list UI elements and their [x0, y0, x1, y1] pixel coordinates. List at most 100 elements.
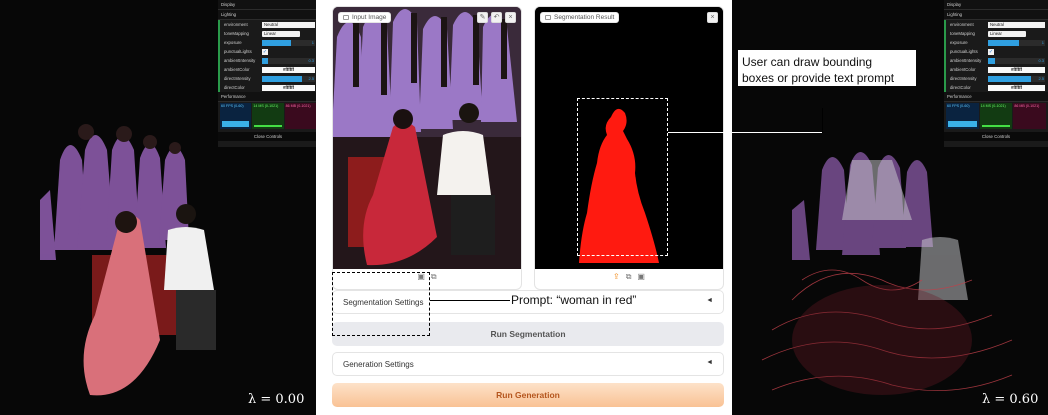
direct-color-picker[interactable]: #ffffff [262, 84, 315, 91]
bbox-annotation-line2: boxes or provide text prompt [742, 71, 895, 85]
mb-graph: 86 MB (0-1021) [284, 103, 316, 129]
folder-lighting[interactable]: Lighting [218, 10, 316, 20]
ambient-intensity-row: ambientIntensity 0.3 [944, 56, 1048, 65]
run-generation-button[interactable]: Run Generation [332, 383, 724, 407]
slider-value: 0.3 [1038, 57, 1044, 63]
folder-performance[interactable]: Performance [218, 92, 316, 102]
direct-intensity-row: directIntensity 2.5 [944, 74, 1048, 83]
seg-panel-buttons: × [707, 12, 718, 23]
environment-label: environment [950, 22, 974, 27]
direct-color-picker[interactable]: #ffffff [988, 84, 1045, 91]
exposure-slider[interactable]: 1 [262, 39, 315, 46]
environment-input[interactable]: Neutral [988, 21, 1045, 28]
folder-lighting[interactable]: Lighting [944, 10, 1048, 20]
clipboard-icon[interactable]: ⧉ [431, 272, 437, 282]
ambient-color-row: ambientColor #ffffff [944, 65, 1048, 74]
slider-value: 0.3 [308, 57, 314, 63]
close-icon[interactable]: × [707, 12, 718, 23]
close-controls-button[interactable]: Close Controls [944, 132, 1048, 141]
ms-graph: 14 MS (0-1021) [252, 103, 284, 129]
ambient-intensity-slider[interactable]: 0.3 [262, 57, 315, 64]
folder-performance[interactable]: Performance [944, 92, 1048, 102]
slider-fill [262, 39, 292, 46]
close-icon[interactable]: × [505, 12, 516, 23]
punctual-lights-label: punctualLights [950, 49, 978, 54]
slider-value: 2.5 [308, 75, 314, 81]
input-panel-buttons: ✎ ↶ × [477, 12, 516, 23]
ambient-intensity-label: ambientIntensity [224, 58, 256, 63]
direct-color-label: directColor [224, 85, 245, 90]
environment-label: environment [224, 22, 248, 27]
tonemapping-row: toneMapping Linear [944, 29, 1048, 38]
environment-input[interactable]: Neutral [262, 21, 315, 28]
segmentation-result-label: Segmentation Result [540, 12, 620, 23]
direct-intensity-label: directIntensity [950, 76, 977, 81]
direct-color-row: directColor #ffffff [944, 83, 1048, 92]
seg-toolbar: ⇪ ⧉ ▣ [535, 272, 723, 282]
punctual-lights-checkbox[interactable]: ✓ [988, 48, 994, 55]
direct-intensity-label: directIntensity [224, 76, 251, 81]
tonemapping-label: toneMapping [224, 31, 249, 36]
bbox-leader-line [668, 132, 822, 133]
exposure-row: exposure 1 [944, 38, 1048, 47]
performance-stats: 60 FPS (0-60) 14 MS (0-1021) 86 MB (0-10… [218, 102, 316, 130]
image-icon [343, 15, 349, 20]
input-image-label: Input Image [338, 12, 392, 23]
mb-graph: 86 MB (0-1021) [1013, 103, 1047, 129]
caret-left-icon: ◄ [706, 359, 713, 366]
slider-fill [988, 39, 1020, 46]
lambda-label: λ = 0.00 [248, 392, 305, 407]
exposure-row: exposure 1 [218, 38, 316, 47]
slider-fill [262, 75, 302, 82]
generation-settings-label: Generation Settings [343, 360, 414, 369]
slider-fill [988, 57, 995, 64]
direct-intensity-row: directIntensity 2.5 [218, 74, 316, 83]
folder-display[interactable]: Display [944, 0, 1048, 10]
controls-panel[interactable]: Display Lighting environment Neutral ton… [218, 0, 316, 147]
slider-value: 1 [311, 39, 314, 45]
input-image-panel[interactable]: Input Image ✎ ↶ × ▣ ⧉ [332, 6, 522, 290]
bbox-leader-line-vertical [822, 108, 823, 133]
punctual-lights-checkbox[interactable]: ✓ [262, 48, 268, 55]
fps-graph: 60 FPS (0-60) [220, 103, 252, 129]
bbox-annotation-line1: User can draw bounding [742, 55, 873, 69]
generation-settings-accordion[interactable]: Generation Settings ◄ [332, 352, 724, 376]
ambient-color-row: ambientColor #ffffff [218, 65, 316, 74]
ambient-color-label: ambientColor [950, 67, 976, 72]
direct-intensity-slider[interactable]: 2.5 [262, 75, 315, 82]
environment-row: environment Neutral [944, 20, 1048, 29]
ambient-intensity-row: ambientIntensity 0.3 [218, 56, 316, 65]
ambient-color-picker[interactable]: #ffffff [262, 66, 315, 73]
slider-value: 2.5 [1038, 75, 1044, 81]
clipboard-icon[interactable]: ⧉ [626, 272, 632, 282]
segmentation-app: Input Image ✎ ↶ × ▣ ⧉ Segmentation Resul… [324, 0, 732, 415]
ambient-intensity-slider[interactable]: 0.3 [988, 57, 1045, 64]
folder-display[interactable]: Display [218, 0, 316, 10]
close-controls-button[interactable]: Close Controls [218, 132, 316, 141]
caret-left-icon: ◄ [706, 297, 713, 304]
input-photo [333, 7, 521, 269]
tonemapping-row: toneMapping Linear [218, 29, 316, 38]
delete-icon[interactable]: ▣ [637, 272, 645, 282]
upload-icon[interactable]: ⇪ [613, 272, 620, 282]
pencil-icon[interactable]: ✎ [477, 12, 488, 23]
input-image-canvas[interactable] [333, 7, 521, 269]
prompt-leader-line [430, 300, 510, 301]
controls-panel[interactable]: Display Lighting environment Neutral ton… [944, 0, 1048, 147]
exposure-slider[interactable]: 1 [988, 39, 1045, 46]
bbox-annotation-text: User can draw bounding boxes or provide … [742, 54, 894, 86]
direct-intensity-slider[interactable]: 2.5 [988, 75, 1045, 82]
tonemapping-select[interactable]: Linear [988, 30, 1026, 37]
undo-icon[interactable]: ↶ [491, 12, 502, 23]
tonemapping-select[interactable]: Linear [262, 30, 300, 37]
left-3d-viewer[interactable]: Display Lighting environment Neutral ton… [0, 0, 316, 415]
bounding-box-annotation [577, 98, 668, 256]
performance-stats: 60 FPS (0-60) 14 MS (0-1021) 86 MB (0-10… [944, 102, 1048, 130]
ambient-color-picker[interactable]: #ffffff [988, 66, 1045, 73]
fps-graph: 60 FPS (0-60) [946, 103, 979, 129]
environment-row: environment Neutral [218, 20, 316, 29]
punctual-lights-row: punctualLights ✓ [944, 47, 1048, 56]
punctual-lights-label: punctualLights [224, 49, 252, 54]
prompt-box-annotation [332, 272, 430, 336]
prompt-annotation-text: Prompt: “woman in red” [511, 293, 637, 307]
